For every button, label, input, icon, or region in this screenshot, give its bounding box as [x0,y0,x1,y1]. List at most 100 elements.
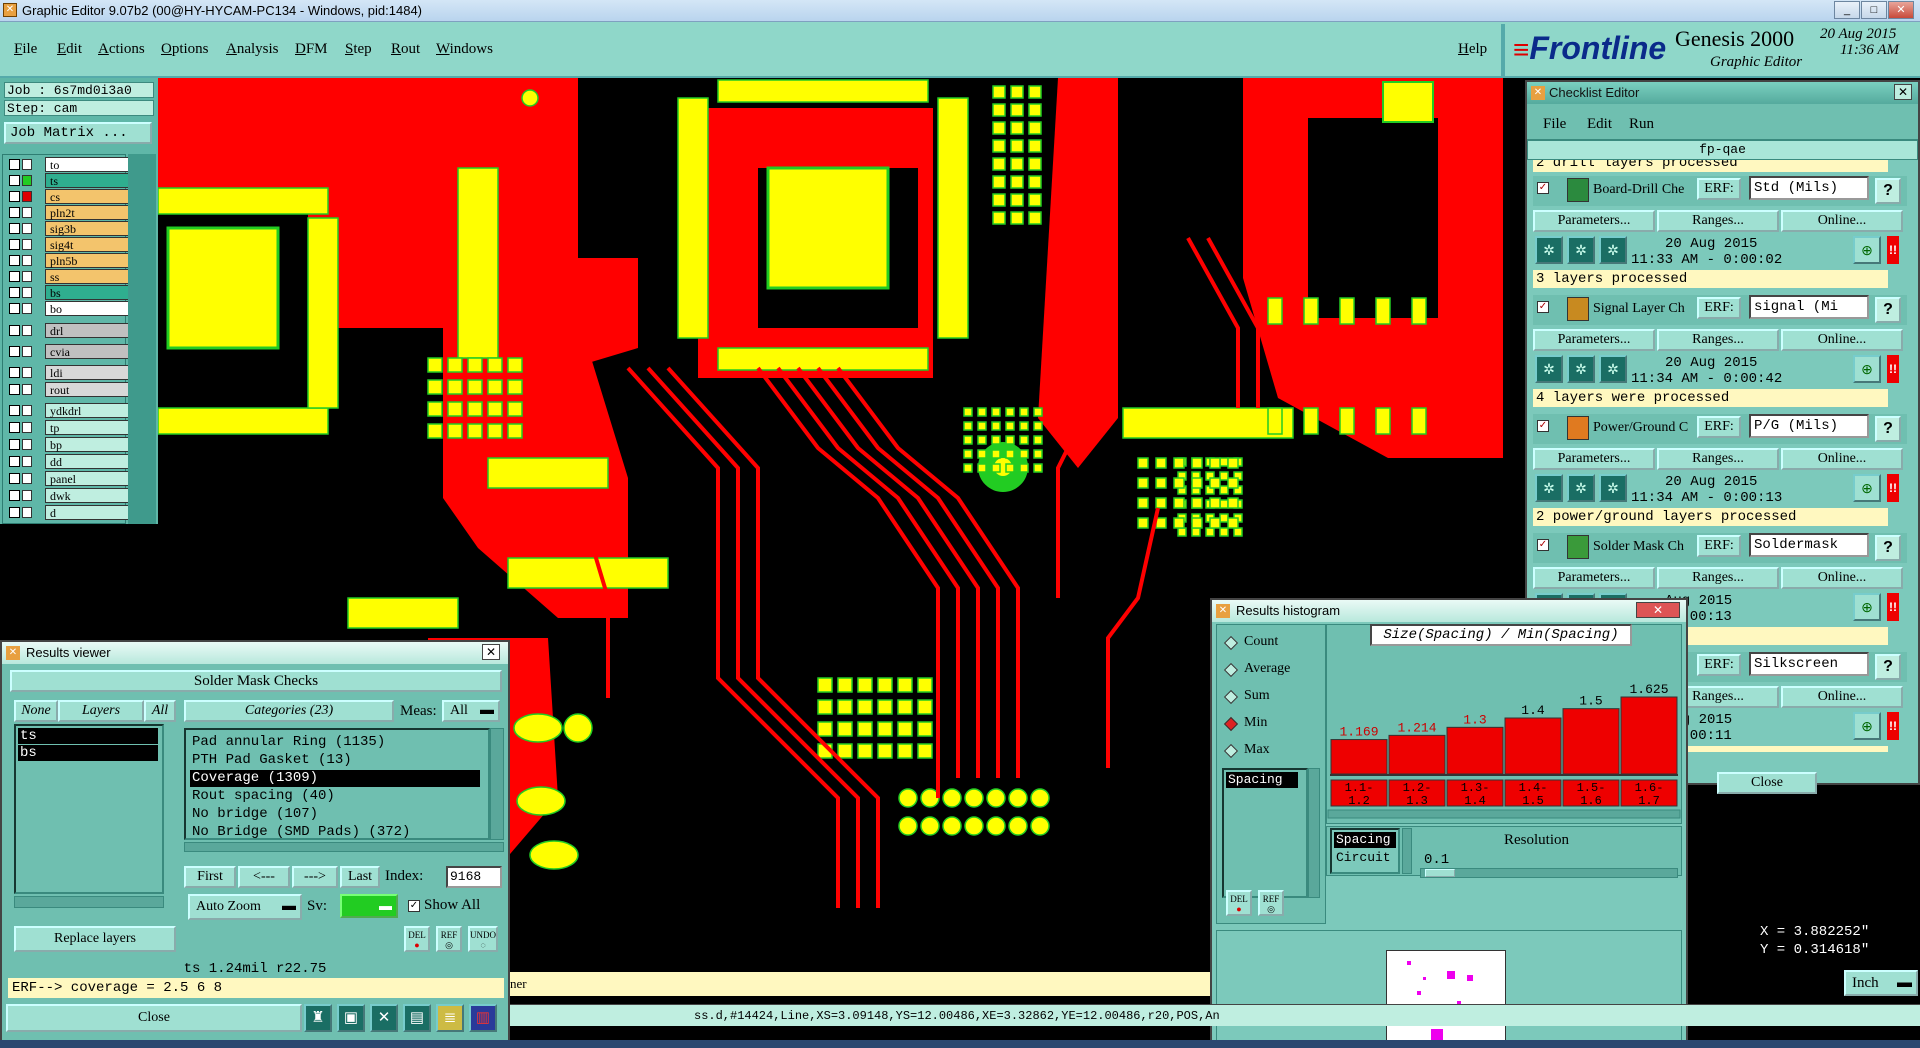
units-dropdown[interactable]: Inch ▬ [1844,970,1918,996]
menu-file[interactable]: File [14,41,37,58]
layer-visibility-checkbox[interactable] [9,287,20,298]
erf-field[interactable]: signal (Mi [1749,295,1869,319]
menu-options[interactable]: Options [161,41,209,58]
layer-color-swatch[interactable] [22,456,32,467]
layer-name[interactable]: cvia [45,344,129,359]
layer-visibility-checkbox[interactable] [9,175,20,186]
layer-row-ts[interactable]: ts [9,173,129,188]
filter-icon[interactable]: ✕ [370,1004,398,1032]
histogram-bar[interactable] [1330,739,1388,775]
results-close-icon[interactable]: ✕ [482,644,500,660]
layer-color-swatch[interactable] [22,405,32,416]
layer-visibility-checkbox[interactable] [9,303,20,314]
layer-color-swatch[interactable] [22,159,32,170]
layer-row-cvia[interactable]: cvia [9,344,129,359]
layer-row-ldi[interactable]: ldi [9,365,129,380]
check-name[interactable]: Signal Layer Ch [1593,301,1705,317]
result-layer-ts[interactable]: ts [18,728,158,744]
layer-name[interactable]: ldi [45,365,129,380]
layer-row-bp[interactable]: bp [9,437,129,452]
ranges-button[interactable]: Ranges... [1657,567,1779,589]
layer-visibility-checkbox[interactable] [9,367,20,378]
layer-name[interactable]: rout [45,382,129,397]
layer-color-swatch[interactable] [22,207,32,218]
del-button[interactable]: DEL ● [404,926,430,952]
checklist-menu-file[interactable]: File [1543,116,1566,133]
type-item-circuit[interactable]: Circuit [1334,850,1396,866]
layer-name[interactable]: to [45,157,129,172]
check-name[interactable]: Solder Mask Ch [1593,539,1705,555]
layer-visibility-checkbox[interactable] [9,255,20,266]
layer-row-pln5b[interactable]: pln5b [9,253,129,268]
layer-visibility-checkbox[interactable] [9,456,20,467]
layer-color-swatch[interactable] [22,223,32,234]
layer-visibility-checkbox[interactable] [9,439,20,450]
sv-color-dropdown[interactable]: ▬ [340,894,398,918]
layer-list-scrollbar[interactable] [14,896,164,908]
menu-rout[interactable]: Rout [391,41,420,58]
run-action-icon[interactable]: ✲ [1567,355,1595,383]
layer-visibility-checkbox[interactable] [9,422,20,433]
maximize-button[interactable]: □ [1861,1,1887,19]
resolution-slider[interactable] [1420,868,1678,878]
layer-visibility-checkbox[interactable] [9,191,20,202]
histogram-scrollbar[interactable] [1327,809,1681,819]
close-window-button[interactable]: ✕ [1888,1,1914,19]
layer-row-sig4t[interactable]: sig4t [9,237,129,252]
stop-icon[interactable]: ✲ [1599,355,1627,383]
layer-visibility-checkbox[interactable] [9,239,20,250]
layer-color-swatch[interactable] [22,271,32,282]
layer-color-swatch[interactable] [22,490,32,501]
layer-name[interactable]: bp [45,437,129,452]
menu-dfm[interactable]: DFM [295,41,328,58]
check-enable-checkbox[interactable]: ✓ [1537,301,1549,313]
checklist-close-icon[interactable]: ✕ [1894,84,1912,100]
check-help-button[interactable]: ? [1875,416,1901,442]
category-item[interactable]: PTH Pad Gasket (13) [190,752,352,769]
layer-name[interactable]: pln5b [45,253,129,268]
layer-row-panel[interactable]: panel [9,471,129,486]
layer-color-swatch[interactable] [22,507,32,518]
online-button[interactable]: Online... [1781,686,1903,708]
layer-color-swatch[interactable] [22,239,32,250]
field-item-spacing[interactable]: Spacing [1226,772,1298,788]
layer-row-bs[interactable]: bs [9,285,129,300]
check-enable-checkbox[interactable]: ✓ [1537,182,1549,194]
check-enable-checkbox[interactable]: ✓ [1537,539,1549,551]
ranges-button[interactable]: Ranges... [1657,210,1779,232]
replace-layers-button[interactable]: Replace layers [14,926,176,952]
layer-row-tp[interactable]: tp [9,420,129,435]
layer-visibility-checkbox[interactable] [9,159,20,170]
layer-name[interactable]: panel [45,471,129,486]
layer-row-pln2t[interactable]: pln2t [9,205,129,220]
zoom-results-icon[interactable]: ⊕ [1853,593,1881,621]
layer-row-d[interactable]: d [9,505,129,520]
checklist-close-button[interactable]: Close [1717,772,1817,794]
report-icon[interactable]: ▤ [403,1004,431,1032]
ranges-button[interactable]: Ranges... [1657,329,1779,351]
run-icon[interactable]: ✲ [1535,236,1563,264]
zoom-results-icon[interactable]: ⊕ [1853,712,1881,740]
minimize-button[interactable]: _ [1834,1,1860,19]
checklist-menu-run[interactable]: Run [1629,116,1654,133]
layer-visibility-checkbox[interactable] [9,490,20,501]
layer-row-cs[interactable]: cs [9,189,129,204]
layer-name[interactable]: bs [45,285,129,300]
category-item[interactable]: Rout spacing (40) [190,788,335,805]
check-help-button[interactable]: ? [1875,297,1901,323]
layer-name[interactable]: ydkdrl [45,403,129,418]
run-icon[interactable]: ✲ [1535,355,1563,383]
histogram-bar[interactable] [1504,717,1562,775]
layer-color-swatch[interactable] [22,367,32,378]
check-name[interactable]: Board-Drill Che [1593,182,1705,198]
histogram-bar[interactable] [1446,726,1504,775]
zoom-results-icon[interactable]: ⊕ [1853,236,1881,264]
layer-name[interactable]: dd [45,454,129,469]
category-list[interactable]: Pad annular Ring (1135) PTH Pad Gasket (1… [184,728,490,840]
erf-field[interactable]: Silkscreen [1749,652,1869,676]
layer-row-ss[interactable]: ss [9,269,129,284]
layer-color-swatch[interactable] [22,325,32,336]
layer-visibility-checkbox[interactable] [9,223,20,234]
menu-windows[interactable]: Windows [436,41,493,58]
layer-name[interactable]: tp [45,420,129,435]
